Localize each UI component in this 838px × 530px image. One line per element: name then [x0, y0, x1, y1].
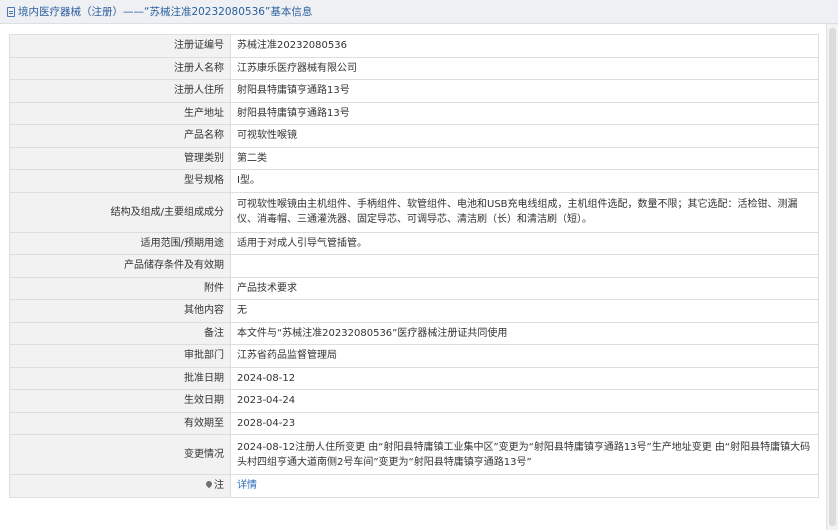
detail-table: 注册证编号 苏械注准20232080536 注册人名称 江苏康乐医疗器械有限公司…	[9, 34, 819, 498]
table-row: 产品名称 可视软性喉镜	[9, 124, 819, 148]
vertical-scrollbar[interactable]	[826, 24, 838, 530]
field-value: 可视软性喉镜	[230, 124, 819, 148]
field-label: 适用范围/预期用途	[9, 231, 231, 255]
details-link[interactable]: 详情	[237, 480, 257, 491]
field-label: 备注	[9, 321, 231, 345]
field-value: 适用于对成人引导气管插管。	[230, 231, 819, 255]
field-label: 注册人名称	[9, 56, 231, 80]
field-value: 第二类	[230, 146, 819, 170]
field-label: 注册证编号	[9, 34, 231, 58]
field-label: 注册人住所	[9, 79, 231, 103]
table-row: 结构及组成/主要组成成分 可视软性喉镜由主机组件、手柄组件、软管组件、电池和US…	[9, 191, 819, 233]
field-value: 2023-04-24	[230, 389, 819, 413]
field-label: 批准日期	[9, 366, 231, 390]
note-label-cell: 注	[9, 474, 231, 498]
note-label: 注	[214, 480, 224, 492]
table-row: 注册人住所 射阳县特庸镇亨通路13号	[9, 79, 819, 103]
field-value: 2024-08-12	[230, 366, 819, 390]
field-label: 有效期至	[9, 411, 231, 435]
field-value	[230, 254, 819, 278]
field-label: 变更情况	[9, 434, 231, 475]
table-row: 注册证编号 苏械注准20232080536	[9, 34, 819, 58]
page-title-bar: 境内医疗器械（注册）——“苏械注准20232080536”基本信息	[0, 0, 838, 24]
table-row: 注册人名称 江苏康乐医疗器械有限公司	[9, 56, 819, 80]
scrollbar-thumb[interactable]	[829, 28, 836, 526]
field-label: 生效日期	[9, 389, 231, 413]
table-row: 有效期至 2028-04-23	[9, 411, 819, 435]
field-label: 管理类别	[9, 146, 231, 170]
table-row: 生产地址 射阳县特庸镇亨通路13号	[9, 101, 819, 125]
field-value: 苏械注准20232080536	[230, 34, 819, 58]
table-row: 审批部门 江苏省药品监督管理局	[9, 344, 819, 368]
field-value: 可视软性喉镜由主机组件、手柄组件、软管组件、电池和USB充电线组成，主机组件选配…	[230, 191, 819, 233]
field-value: I型。	[230, 169, 819, 193]
page-title: 境内医疗器械（注册）——“苏械注准20232080536”基本信息	[18, 6, 313, 18]
field-value: 射阳县特庸镇亨通路13号	[230, 101, 819, 125]
field-value: 江苏省药品监督管理局	[230, 344, 819, 368]
table-row: 注 详情	[9, 474, 819, 498]
field-value: 无	[230, 299, 819, 323]
field-label: 产品储存条件及有效期	[9, 254, 231, 278]
field-label: 其他内容	[9, 299, 231, 323]
field-label: 审批部门	[9, 344, 231, 368]
table-row: 管理类别 第二类	[9, 146, 819, 170]
table-row: 适用范围/预期用途 适用于对成人引导气管插管。	[9, 231, 819, 255]
pin-icon	[204, 480, 214, 489]
table-row: 附件 产品技术要求	[9, 276, 819, 300]
field-value: 江苏康乐医疗器械有限公司	[230, 56, 819, 80]
field-value: 本文件与“苏械注准20232080536”医疗器械注册证共同使用	[230, 321, 819, 345]
field-label: 型号规格	[9, 169, 231, 193]
field-label: 附件	[9, 276, 231, 300]
table-row: 生效日期 2023-04-24	[9, 389, 819, 413]
note-value-cell: 详情	[230, 474, 819, 498]
document-icon	[7, 6, 15, 17]
field-label: 产品名称	[9, 124, 231, 148]
table-row: 批准日期 2024-08-12	[9, 366, 819, 390]
field-label: 生产地址	[9, 101, 231, 125]
field-value: 射阳县特庸镇亨通路13号	[230, 79, 819, 103]
table-row: 其他内容 无	[9, 299, 819, 323]
field-label: 结构及组成/主要组成成分	[9, 191, 231, 233]
table-row: 备注 本文件与“苏械注准20232080536”医疗器械注册证共同使用	[9, 321, 819, 345]
table-row: 变更情况 2024-08-12注册人住所变更 由“射阳县特庸镇工业集中区”变更为…	[9, 434, 819, 475]
field-value: 2024-08-12注册人住所变更 由“射阳县特庸镇工业集中区”变更为“射阳县特…	[230, 434, 819, 475]
table-row: 产品储存条件及有效期	[9, 254, 819, 278]
table-row: 型号规格 I型。	[9, 169, 819, 193]
field-value: 产品技术要求	[230, 276, 819, 300]
field-value: 2028-04-23	[230, 411, 819, 435]
